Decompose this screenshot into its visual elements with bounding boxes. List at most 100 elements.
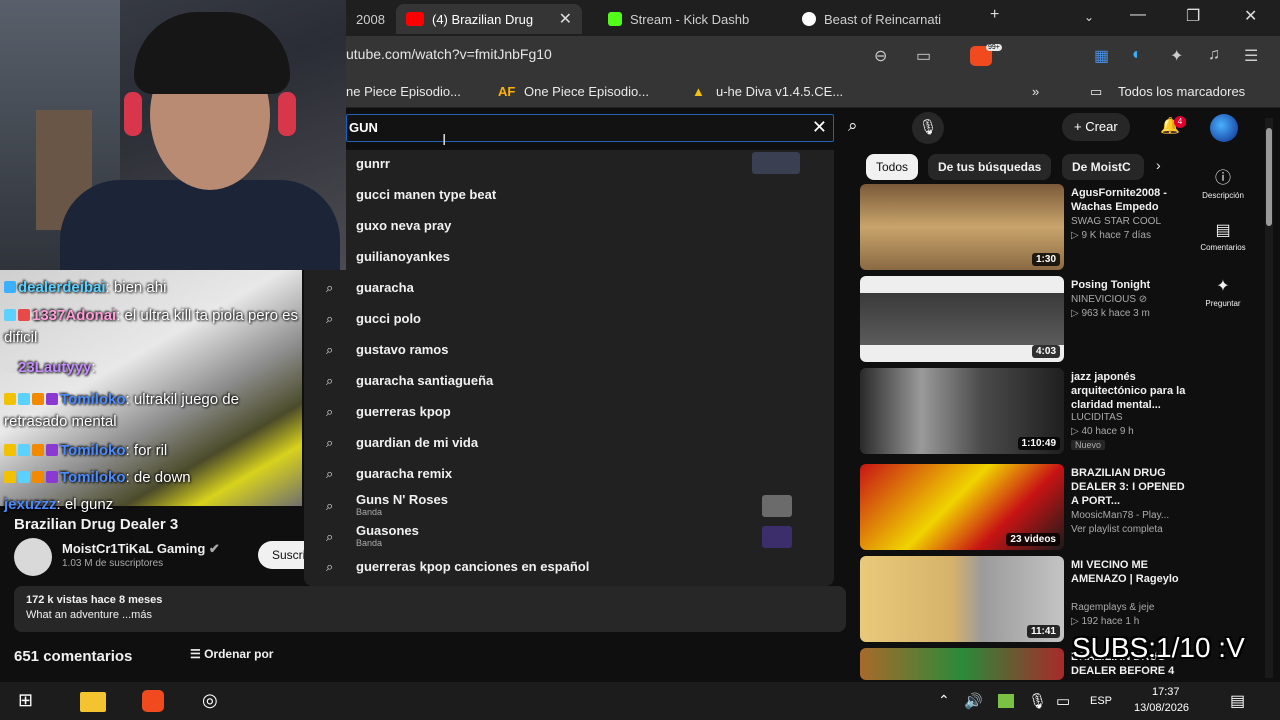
bookmark-2[interactable]: One Piece Episodio...	[524, 84, 649, 99]
cast-icon[interactable]: ▭	[916, 46, 931, 66]
brave-browser-icon[interactable]	[142, 690, 164, 712]
chip-de-moistc[interactable]: De MoistC	[1062, 154, 1144, 180]
search-input[interactable]: GUN ✕	[346, 114, 834, 142]
voice-search-button[interactable]: 🎙	[912, 112, 944, 144]
comments-button[interactable]: ▤ Comentarios	[1196, 220, 1250, 252]
network-icon[interactable]: ▭	[1056, 692, 1070, 710]
video-channel[interactable]: SWAG STAR COOL	[1071, 216, 1161, 227]
related-playlist[interactable]: 23 videos BRAZILIAN DRUG DEALER 3: I OPE…	[860, 464, 1190, 554]
chat-badge-icon	[32, 444, 44, 456]
headphones-icon	[124, 92, 142, 136]
related-video[interactable]: 1:10:49 jazz japonés arquitectónico para…	[860, 368, 1190, 458]
search-icon: ⌕	[326, 311, 334, 326]
tab-youtube-active[interactable]: (4) Brazilian Drug ✕	[396, 4, 582, 34]
chat-message: Tomiloko: for ril	[4, 442, 167, 459]
tray-overflow-icon[interactable]: ⌃	[938, 692, 950, 709]
all-bookmarks[interactable]: Todos los marcadores	[1118, 84, 1245, 99]
media-icon[interactable]: ♫	[1208, 46, 1220, 64]
url-field[interactable]: utube.com/watch?v=fmitJnbFg10	[346, 46, 552, 62]
video-title[interactable]: AgusFornite2008 - Wachas Empedo	[1071, 186, 1189, 214]
volume-icon[interactable]: 🔊	[964, 692, 983, 710]
video-channel[interactable]: MoosicMan78 - Play...	[1071, 510, 1169, 521]
suggestion-item[interactable]: ⌕ guaracha	[304, 274, 834, 302]
notification-center-icon[interactable]: ▤	[1230, 691, 1245, 711]
menu-icon[interactable]: ☰	[1244, 46, 1258, 66]
video-meta[interactable]: Ver playlist completa	[1071, 524, 1163, 535]
sort-comments-button[interactable]: ☰ Ordenar por	[190, 647, 273, 661]
suggestion-item[interactable]: ⌕ guerreras kpop	[304, 398, 834, 426]
scrollbar-thumb[interactable]	[1266, 128, 1272, 226]
suggestion-text: guxo neva pray	[356, 218, 452, 233]
suggestion-text: guaracha	[356, 280, 414, 295]
chat-message: Tomiloko: ultrakil juego de retrasado me…	[4, 391, 239, 430]
playlist-thumbnail[interactable]: 23 videos	[860, 464, 1064, 550]
language-indicator[interactable]: ESP	[1090, 695, 1112, 707]
tab-google[interactable]: Beast of Reincarnati	[792, 4, 972, 34]
vpn-icon[interactable]: ◐	[1132, 46, 1142, 64]
suggestion-item[interactable]: gunrr	[304, 150, 834, 178]
suggestion-item[interactable]: guilianoyankes	[304, 243, 834, 271]
chevron-right-icon[interactable]: ›	[1156, 157, 1161, 173]
suggestion-item[interactable]: ⌕ gucci polo	[304, 305, 834, 333]
suggestion-item[interactable]: ⌕ gustavo ramos	[304, 336, 834, 364]
tab-search-icon[interactable]: ⌄	[1084, 10, 1094, 24]
suggestion-item[interactable]: guxo neva pray	[304, 212, 834, 240]
obs-icon[interactable]: ◎	[202, 690, 218, 711]
account-avatar[interactable]	[1210, 114, 1238, 142]
video-thumbnail[interactable]: 1:30	[860, 184, 1064, 270]
restore-icon[interactable]: ❐	[1186, 6, 1200, 26]
suggestion-item[interactable]: ⌕ guaracha remix	[304, 460, 834, 488]
windows-taskbar: ⊞ ◎ ⌃ 🔊 🎙 ▭ ESP 17:37 13/08/2026 ▤	[0, 682, 1280, 720]
suggestion-item[interactable]: ⌕ Guasones Banda	[304, 520, 834, 550]
ask-button[interactable]: ✦ Preguntar	[1196, 276, 1250, 308]
clock-time[interactable]: 17:37	[1152, 686, 1180, 698]
create-button[interactable]: + Crear	[1062, 113, 1130, 141]
suggestion-item[interactable]: ⌕ guerreras kpop canciones en español	[304, 553, 834, 581]
clock-date[interactable]: 13/08/2026	[1134, 702, 1189, 714]
file-explorer-icon[interactable]	[80, 692, 106, 712]
extensions-icon[interactable]: ✦	[1170, 46, 1183, 66]
video-title[interactable]: jazz japonés arquitectónico para la clar…	[1071, 370, 1189, 412]
chip-todos[interactable]: Todos	[866, 154, 919, 180]
suggestion-item[interactable]: gucci manen type beat	[304, 181, 834, 209]
related-video[interactable]: 4:03 Posing Tonight NINEVICIOUS ⊘ ▷ 963 …	[860, 276, 1190, 366]
video-channel[interactable]: LUCIDITAS	[1071, 412, 1123, 423]
windows-start-icon[interactable]: ⊞	[18, 690, 33, 711]
close-window-icon[interactable]: ✕	[1244, 6, 1257, 26]
suggestion-item[interactable]: ⌕ Guns N' Roses Banda	[304, 489, 834, 519]
video-title[interactable]: MI VECINO ME AMENAZO | Rageylo	[1071, 558, 1189, 586]
video-thumbnail[interactable]	[860, 648, 1064, 680]
video-channel[interactable]: NINEVICIOUS ⊘	[1071, 294, 1147, 305]
chip-de-tus-busquedas[interactable]: De tus búsquedas	[928, 154, 1052, 180]
suggestion-item[interactable]: ⌕ guardian de mi vida	[304, 429, 834, 457]
suggestion-item[interactable]: ⌕ guaracha santiagueña	[304, 367, 834, 395]
channel-avatar[interactable]	[14, 538, 52, 576]
related-video[interactable]: 1:30 AgusFornite2008 - Wachas Empedo SWA…	[860, 184, 1190, 274]
video-thumbnail[interactable]: 4:03	[860, 276, 1064, 362]
minimize-icon[interactable]: —	[1130, 6, 1146, 24]
video-title[interactable]: Posing Tonight	[1071, 278, 1189, 292]
search-button[interactable]: ⌕	[848, 116, 858, 136]
description-text[interactable]: What an adventure ...más	[26, 609, 152, 621]
clear-search-icon[interactable]: ✕	[812, 117, 827, 138]
tray-app-icon[interactable]	[998, 694, 1014, 708]
channel-name[interactable]: MoistCr1TiKaL Gaming ✔	[62, 541, 220, 557]
bookmark-3[interactable]: u-he Diva v1.4.5.CE...	[716, 84, 843, 99]
description-button[interactable]: ⓘ Descripción	[1196, 164, 1250, 200]
description-box[interactable]: 172 k vistas hace 8 meses What an advent…	[14, 586, 846, 632]
video-channel[interactable]: Ragemplays & jeje	[1071, 602, 1154, 613]
chat-text: bien ahi	[113, 279, 167, 296]
headphones-right	[278, 92, 296, 136]
close-tab-icon[interactable]: ✕	[559, 9, 572, 29]
new-tab-button[interactable]: +	[990, 6, 999, 24]
video-thumbnail[interactable]: 11:41	[860, 556, 1064, 642]
video-thumbnail[interactable]: 1:10:49	[860, 368, 1064, 454]
zoom-icon[interactable]: ⊖	[874, 46, 887, 66]
tab-1[interactable]: 2008	[346, 4, 390, 34]
translate-icon[interactable]: ▦	[1094, 46, 1109, 66]
tab-kick[interactable]: Stream - Kick Dashb	[598, 4, 778, 34]
bookmark-1[interactable]: ne Piece Episodio...	[346, 84, 461, 99]
microphone-icon[interactable]: 🎙	[1028, 692, 1047, 710]
video-title[interactable]: BRAZILIAN DRUG DEALER 3: I OPENED A PORT…	[1071, 466, 1189, 508]
bookmarks-overflow[interactable]: »	[1032, 84, 1039, 99]
